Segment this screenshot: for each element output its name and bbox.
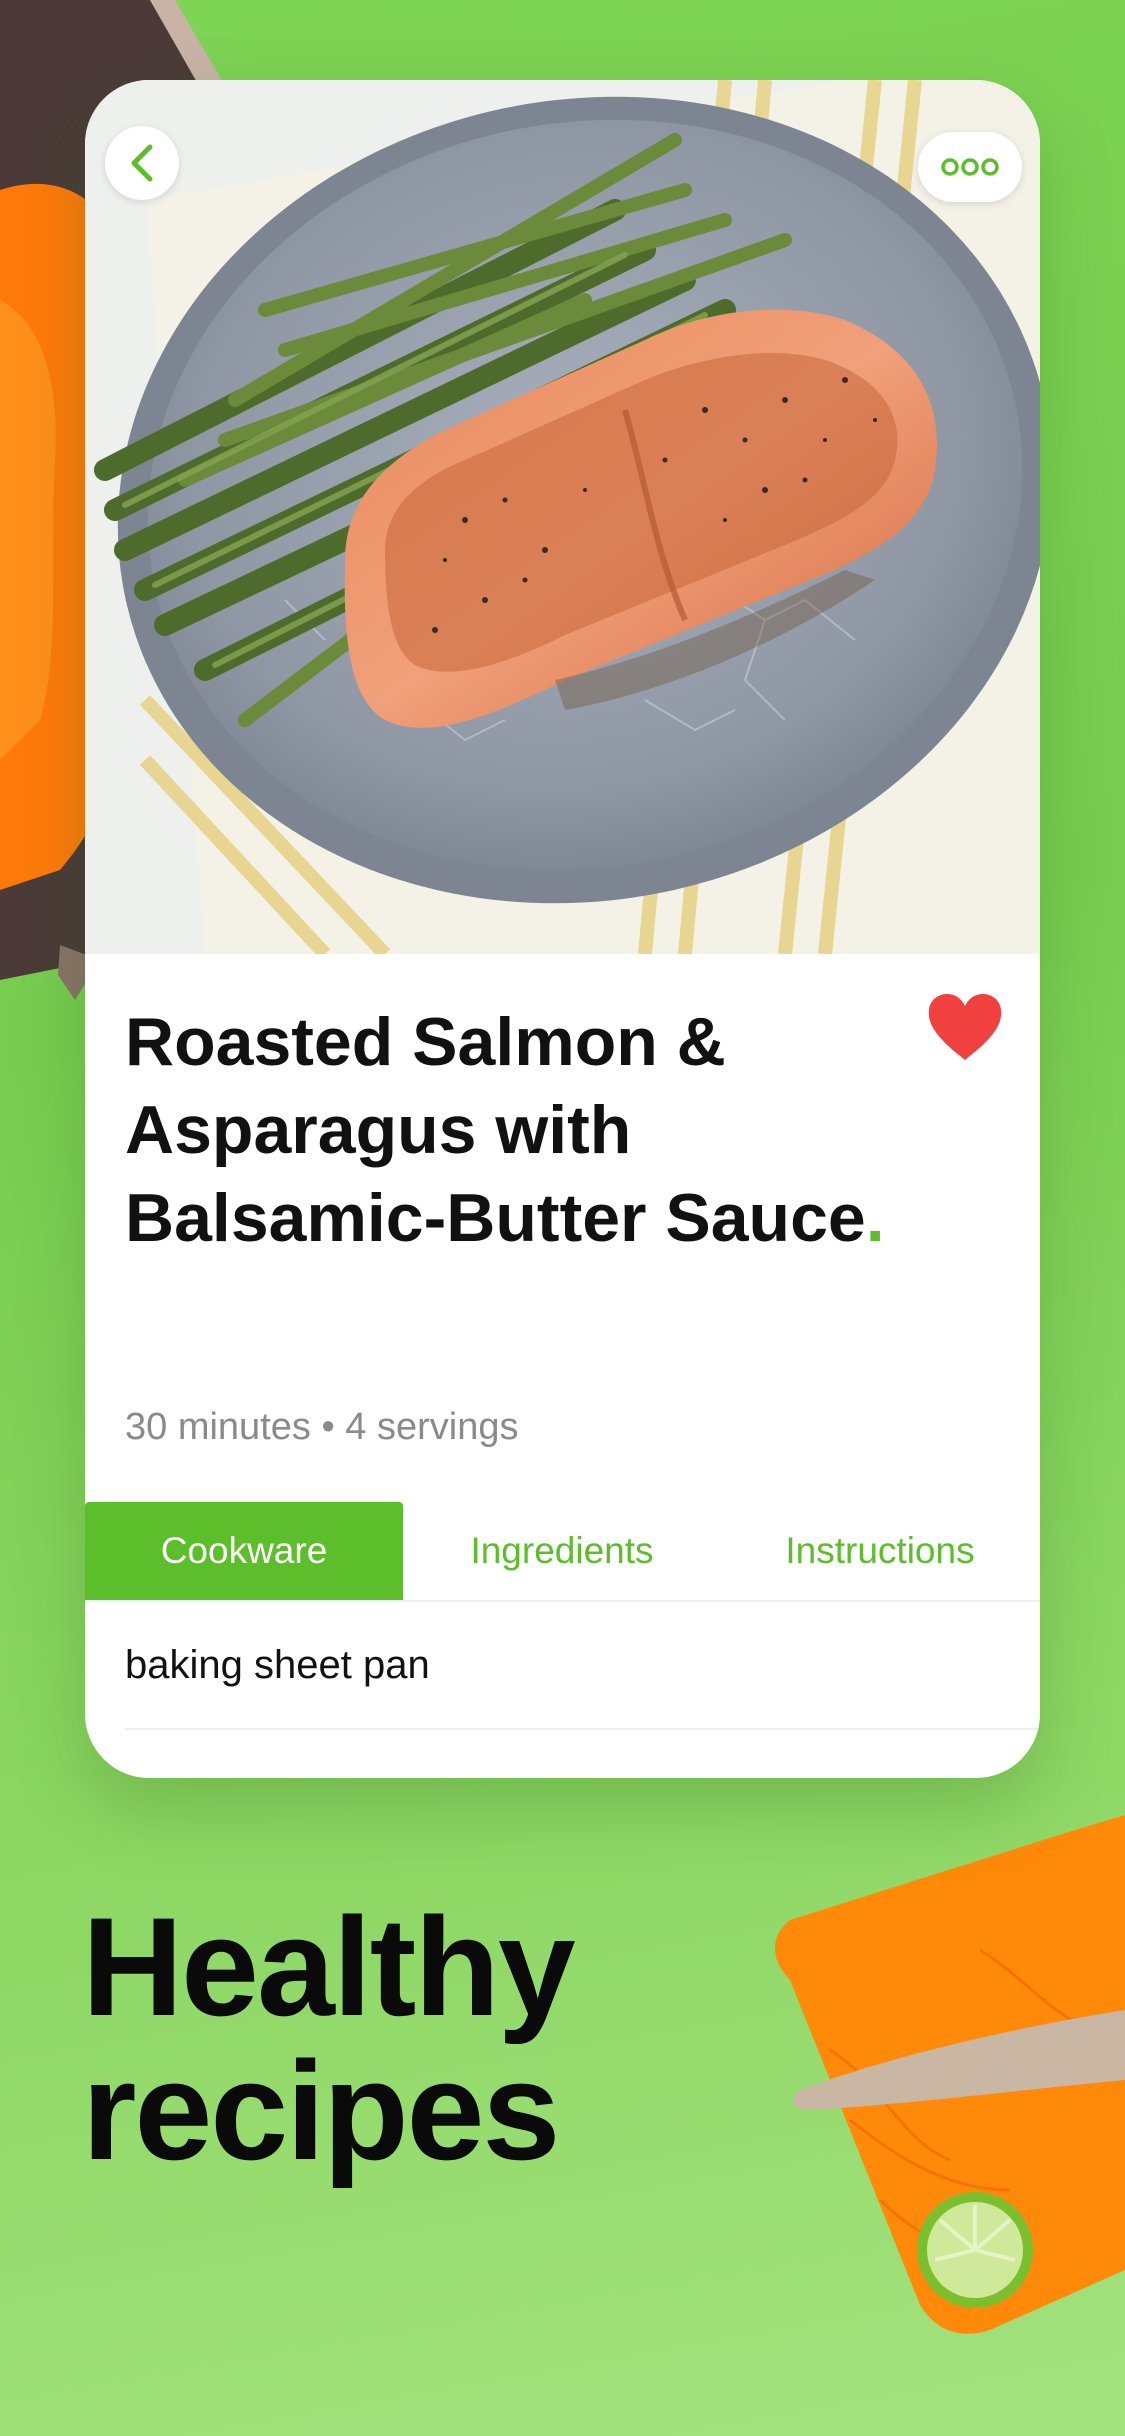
- more-dots-icon: [941, 158, 999, 176]
- recipe-title-dot: .: [865, 1180, 885, 1256]
- recipe-tabs: Cookware Ingredients Instructions: [85, 1502, 1040, 1602]
- back-button[interactable]: [105, 126, 179, 200]
- promo-headline: Healthy recipes: [82, 1895, 782, 2183]
- tab-cookware[interactable]: Cookware: [85, 1502, 403, 1600]
- favorite-button[interactable]: [925, 992, 1005, 1064]
- recipe-title-text: Roasted Salmon & Asparagus with Balsamic…: [125, 1004, 866, 1256]
- promo-headline-line2: recipes: [82, 2032, 560, 2189]
- more-options-button[interactable]: [918, 132, 1022, 202]
- recipe-meta: 30 minutes • 4 servings: [125, 1406, 519, 1448]
- recipe-card: Roasted Salmon & Asparagus with Balsamic…: [85, 80, 1040, 1778]
- promo-headline-line1: Healthy: [82, 1888, 576, 2045]
- cutting-board-right: [775, 1815, 1125, 2334]
- cookware-item-label: baking sheet pan: [125, 1642, 430, 1687]
- recipe-title: Roasted Salmon & Asparagus with Balsamic…: [125, 998, 885, 1262]
- tab-instructions[interactable]: Instructions: [721, 1502, 1039, 1600]
- tab-ingredients[interactable]: Ingredients: [403, 1502, 721, 1600]
- chevron-left-icon: [131, 144, 153, 182]
- heart-icon: [928, 994, 1002, 1060]
- recipe-photo: [85, 80, 1040, 954]
- recipe-photo-illustration: [85, 80, 1040, 954]
- cookware-list-item: baking sheet pan: [125, 1602, 1040, 1730]
